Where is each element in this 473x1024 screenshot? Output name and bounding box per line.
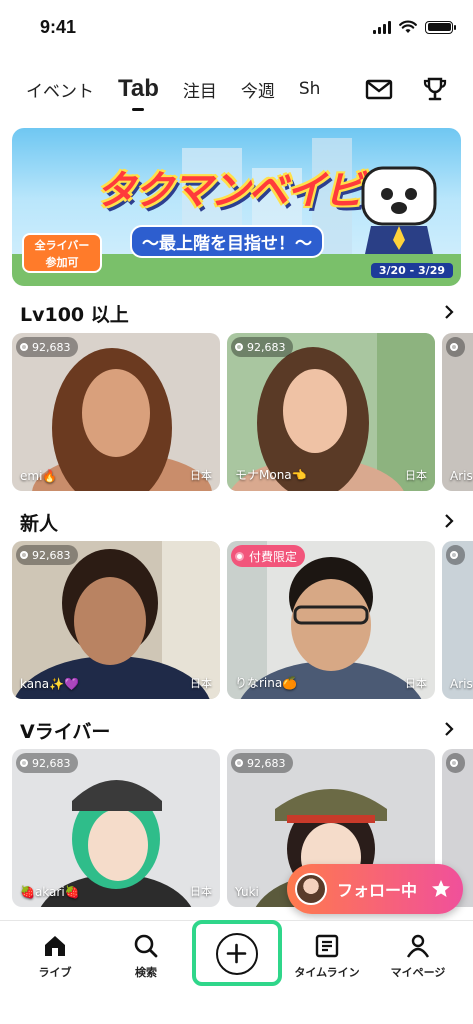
mail-icon[interactable]: [364, 74, 394, 104]
tab-featured[interactable]: 注目: [183, 77, 217, 102]
tab-this-week[interactable]: 今週: [241, 77, 275, 102]
streamer-country: 日本: [190, 885, 212, 898]
category-tabs: イベント Tab 注目 今週 Sh: [26, 66, 352, 112]
nav-search[interactable]: 検索: [101, 933, 191, 980]
following-button[interactable]: フォロー中: [287, 864, 463, 914]
streamer-name: 🍓akari🍓: [20, 885, 80, 899]
card-row-lv100: 92,683 emi🔥 日本 92,683 モナMona👈 日本 Aris: [12, 333, 473, 491]
streamer-country: 日本: [405, 469, 427, 482]
viewer-count: 92,683: [32, 548, 71, 562]
banner-subtitle: 〜最上階を目指せ！〜: [130, 225, 324, 258]
paid-only-label: 付費限定: [249, 549, 298, 564]
live-card[interactable]: 92,683 kana✨💜 日本: [12, 541, 220, 699]
chevron-right-icon[interactable]: [442, 305, 456, 319]
viewer-count: 92,683: [32, 340, 71, 354]
timeline-icon: [315, 934, 339, 958]
live-card[interactable]: 92,683 emi🔥 日本: [12, 333, 220, 491]
live-card[interactable]: 付費限定 りなrina🍊 日本: [227, 541, 435, 699]
streamer-name: kana✨💜: [20, 677, 79, 691]
section-title-vliver: Vライバー: [20, 721, 111, 743]
banner-badge-line2: 参加可: [45, 256, 79, 269]
battery-icon: [425, 20, 456, 34]
signal-icon: [373, 20, 391, 34]
streamer-country: 日本: [405, 677, 427, 690]
banner-badge: 全ライバー 参加可: [22, 233, 102, 273]
banner-title: タクマンベイビー: [96, 168, 402, 214]
wifi-icon: [399, 20, 417, 33]
home-icon: [45, 936, 65, 956]
banner-dates: 3/20 - 3/29: [370, 263, 453, 278]
section-title-lv100: Lv100 以上: [20, 304, 129, 326]
viewer-count: 92,683: [32, 756, 71, 770]
nav-mypage[interactable]: マイページ: [373, 933, 463, 980]
search-icon: [134, 934, 158, 958]
streamer-name: emi🔥: [20, 469, 58, 483]
viewer-count-badge: 92,683: [231, 753, 293, 773]
mascot-illustration: [361, 166, 437, 254]
category-tabbar: イベント Tab 注目 今週 Sh: [0, 66, 473, 112]
streamer-name: Aris: [450, 677, 473, 691]
status-bar: 9:41: [0, 0, 473, 56]
following-label: フォロー中: [337, 881, 418, 900]
viewer-count: 92,683: [247, 756, 286, 770]
section-title-newcomers: 新人: [20, 513, 59, 535]
star-icon: [432, 880, 451, 897]
viewer-count-badge: 92,683: [16, 545, 78, 565]
viewer-count-badge: 92,683: [231, 337, 293, 357]
viewer-count-badge: [446, 753, 465, 773]
tab-sh[interactable]: Sh: [299, 79, 321, 99]
streamer-name: りなrina🍊: [235, 676, 298, 690]
live-card[interactable]: 92,683 モナMona👈 日本: [227, 333, 435, 491]
live-card[interactable]: Aris: [442, 333, 473, 491]
trophy-icon[interactable]: [420, 74, 450, 104]
tab-main[interactable]: Tab: [118, 75, 159, 111]
streamer-name: Yuki: [235, 885, 259, 899]
streamer-name: Aris: [450, 469, 473, 483]
nav-label: タイムライン: [294, 966, 360, 979]
streamer-country: 日本: [190, 677, 212, 690]
tab-event[interactable]: イベント: [26, 77, 94, 102]
nav-label: マイページ: [390, 966, 446, 979]
person-icon: [406, 934, 430, 958]
viewer-count-badge: [446, 337, 465, 357]
avatar: [295, 873, 327, 905]
paid-only-badge: 付費限定: [231, 545, 306, 567]
status-time: 9:41: [40, 17, 77, 37]
live-card[interactable]: Aris: [442, 541, 473, 699]
nav-live[interactable]: ライブ: [10, 933, 100, 980]
banner-badge-line1: 全ライバー: [34, 239, 90, 252]
chevron-right-icon[interactable]: [442, 514, 456, 528]
viewer-count-badge: [446, 545, 465, 565]
plus-icon: [216, 933, 258, 975]
nav-label: ライブ: [38, 966, 72, 979]
card-row-newcomers: 92,683 kana✨💜 日本 付費限定 りなrina🍊 日本 Aris: [12, 541, 473, 699]
go-live-button[interactable]: [192, 920, 282, 986]
viewer-count-badge: 92,683: [16, 337, 78, 357]
nav-timeline[interactable]: タイムライン: [282, 933, 372, 980]
chevron-right-icon[interactable]: [442, 722, 456, 736]
nav-label: 検索: [135, 966, 157, 979]
event-banner[interactable]: タクマンベイビー 〜最上階を目指せ！〜 全ライバー 参加可 3/20 - 3/2…: [12, 128, 461, 286]
status-icons: [373, 20, 456, 34]
viewer-count-badge: 92,683: [16, 753, 78, 773]
streamer-name: モナMona👈: [235, 468, 307, 482]
viewer-count: 92,683: [247, 340, 286, 354]
live-card[interactable]: 92,683 🍓akari🍓 日本: [12, 749, 220, 907]
streamer-country: 日本: [190, 469, 212, 482]
